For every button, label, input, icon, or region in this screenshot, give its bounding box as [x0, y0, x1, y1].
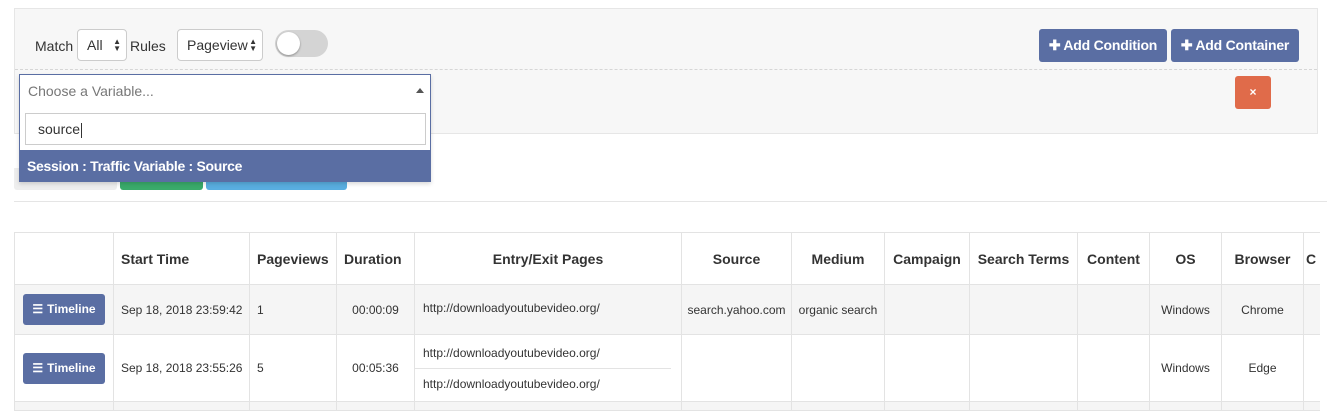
- source-cell: [681, 334, 792, 402]
- caret-up-icon[interactable]: [416, 88, 424, 93]
- timeline-label: Timeline: [47, 302, 96, 316]
- add-condition-button[interactable]: ✚ Add Condition: [1039, 29, 1167, 62]
- updown-icon: ▲ ▼: [249, 37, 257, 53]
- bars-icon: ☰: [32, 302, 44, 316]
- table-cell: [113, 401, 250, 411]
- section-divider: [14, 201, 1327, 202]
- campaign-cell: [884, 334, 970, 402]
- table-cell: [249, 401, 337, 411]
- updown-icon: ▲ ▼: [113, 37, 121, 53]
- column-header-start-time[interactable]: Start Time: [113, 232, 250, 285]
- os-cell: Windows: [1149, 334, 1222, 402]
- plus-icon: ✚: [1048, 37, 1061, 53]
- table-cell: [1303, 401, 1321, 411]
- column-header-pageviews[interactable]: Pageviews: [249, 232, 337, 285]
- column-header-campaign[interactable]: Campaign: [884, 232, 970, 285]
- table-cell: [1149, 401, 1222, 411]
- pages-cell: http://downloadyoutubevideo.org/ http://…: [414, 334, 682, 402]
- start-time-cell: Sep 18, 2018 23:55:26: [113, 334, 250, 402]
- content-cell: [1077, 284, 1150, 335]
- plus-icon: ✚: [1180, 37, 1193, 53]
- table-cell: [336, 401, 415, 411]
- match-label: Match: [35, 38, 74, 54]
- add-condition-label: Add Condition: [1063, 37, 1158, 53]
- search-terms-cell: [969, 334, 1078, 402]
- column-header-truncated[interactable]: C: [1303, 232, 1321, 285]
- duration-cell: 00:00:09: [336, 284, 415, 335]
- timeline-button[interactable]: ☰ Timeline: [23, 352, 105, 384]
- table-cell: [969, 401, 1078, 411]
- start-time-cell: Sep 18, 2018 23:59:42: [113, 284, 250, 335]
- column-header-source[interactable]: Source: [681, 232, 792, 285]
- variable-search-input[interactable]: source: [25, 113, 426, 145]
- browser-cell: Edge: [1221, 334, 1304, 402]
- remove-condition-button[interactable]: ×: [1235, 76, 1271, 109]
- medium-cell: [791, 334, 885, 402]
- variable-option-highlighted[interactable]: Session : Traffic Variable : Source: [20, 150, 430, 182]
- table-cell: [884, 401, 970, 411]
- rule-toggle[interactable]: [275, 30, 328, 57]
- rule-type-select[interactable]: Pageview ▲ ▼: [177, 29, 263, 61]
- text-cursor: [81, 122, 83, 138]
- search-terms-cell: [969, 284, 1078, 335]
- column-header-medium[interactable]: Medium: [791, 232, 885, 285]
- close-icon: ×: [1249, 85, 1257, 99]
- page-url: http://downloadyoutubevideo.org/: [415, 338, 671, 369]
- add-container-button[interactable]: ✚ Add Container: [1171, 29, 1299, 62]
- table-cell: [681, 401, 792, 411]
- variable-placeholder: Choose a Variable...: [28, 83, 154, 99]
- table-row: [14, 401, 1321, 411]
- table-cell: [1221, 401, 1304, 411]
- rule-type-value: Pageview: [187, 37, 248, 53]
- table-cell: [791, 401, 885, 411]
- sessions-table: Start Time Pageviews Duration Entry/Exit…: [14, 232, 1321, 411]
- duration-cell: 00:05:36: [336, 334, 415, 402]
- timeline-cell: ☰ Timeline: [14, 334, 114, 402]
- table-row: ☰ Timeline Sep 18, 2018 23:59:42 1 00:00:…: [14, 284, 1321, 335]
- column-header-os[interactable]: OS: [1149, 232, 1222, 285]
- page-url: http://downloadyoutubevideo.org/: [423, 300, 600, 315]
- column-header-content[interactable]: Content: [1077, 232, 1150, 285]
- content-cell: [1077, 334, 1150, 402]
- column-header-pages[interactable]: Entry/Exit Pages: [414, 232, 682, 285]
- rules-label: Rules: [130, 38, 166, 54]
- variable-dropdown[interactable]: Choose a Variable... source Session : Tr…: [19, 74, 431, 182]
- match-select[interactable]: All ▲ ▼: [77, 29, 127, 61]
- table-cell: [414, 401, 682, 411]
- table-row: ☰ Timeline Sep 18, 2018 23:55:26 5 00:05:…: [14, 334, 1321, 402]
- bars-icon: ☰: [32, 360, 44, 375]
- table-cell: [1077, 401, 1150, 411]
- truncated-cell: [1303, 284, 1321, 335]
- medium-cell: organic search: [791, 284, 885, 335]
- pages-cell: http://downloadyoutubevideo.org/: [414, 284, 682, 335]
- pageviews-cell: 5: [249, 334, 337, 402]
- table-header-row: Start Time Pageviews Duration Entry/Exit…: [14, 232, 1321, 285]
- timeline-button[interactable]: ☰ Timeline: [23, 294, 105, 325]
- source-cell: search.yahoo.com: [681, 284, 792, 335]
- column-header-browser[interactable]: Browser: [1221, 232, 1304, 285]
- column-header-duration[interactable]: Duration: [336, 232, 415, 285]
- pageviews-cell: 1: [249, 284, 337, 335]
- campaign-cell: [884, 284, 970, 335]
- variable-search-value: source: [38, 121, 81, 137]
- column-header: [14, 232, 114, 285]
- truncated-cell: [1303, 334, 1321, 402]
- timeline-cell: ☰ Timeline: [14, 284, 114, 335]
- divider: [15, 69, 1317, 70]
- column-header-search-terms[interactable]: Search Terms: [969, 232, 1078, 285]
- add-container-label: Add Container: [1195, 37, 1290, 53]
- match-select-value: All: [87, 37, 103, 53]
- browser-cell: Chrome: [1221, 284, 1304, 335]
- page-url: http://downloadyoutubevideo.org/: [423, 376, 600, 391]
- table-cell: [14, 401, 114, 411]
- timeline-label: Timeline: [47, 360, 96, 375]
- os-cell: Windows: [1149, 284, 1222, 335]
- toggle-knob: [277, 32, 300, 55]
